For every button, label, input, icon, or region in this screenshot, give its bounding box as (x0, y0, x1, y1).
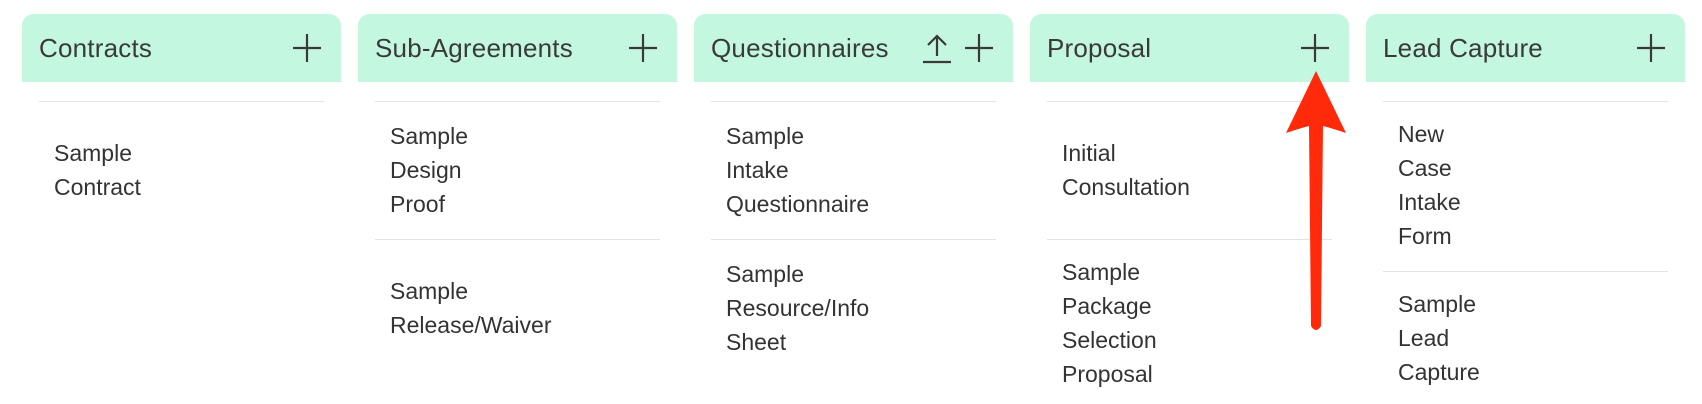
column-items: Initial Consultation Sample Package Sele… (1047, 101, 1332, 391)
template-board: Contracts Sample Contract Sub-Agreements (0, 0, 1702, 404)
column-proposal: Proposal Initial Consultation Sample Pac… (1030, 14, 1349, 391)
upload-questionnaire-button[interactable] (920, 31, 954, 65)
list-item[interactable]: Sample Package Selection Proposal (1047, 239, 1332, 391)
column-items: Sample Intake Questionnaire Sample Resou… (711, 101, 996, 359)
column-items: Sample Contract (39, 101, 324, 204)
item-label: Sample Resource/Info Sheet (726, 261, 870, 355)
list-item[interactable]: Sample Intake Questionnaire (711, 101, 996, 239)
add-sub-agreement-button[interactable] (626, 31, 660, 65)
column-contracts: Contracts Sample Contract (22, 14, 341, 204)
add-proposal-button[interactable] (1298, 31, 1332, 65)
list-item[interactable]: Sample Contract (39, 101, 324, 204)
column-header: Proposal (1030, 14, 1349, 82)
plus-icon (965, 34, 993, 62)
list-item[interactable]: Sample Release/Waiver (375, 239, 660, 342)
list-item[interactable]: Sample Resource/Info Sheet (711, 239, 996, 359)
column-title: Contracts (39, 33, 153, 63)
column-items: New Case Intake Form Sample Lead Capture (1383, 101, 1668, 389)
list-item[interactable]: New Case Intake Form (1383, 101, 1668, 271)
plus-icon (293, 34, 321, 62)
item-label: Sample Intake Questionnaire (726, 123, 870, 217)
item-label: New Case Intake Form (1398, 121, 1461, 249)
column-header: Questionnaires (694, 14, 1013, 82)
add-lead-capture-button[interactable] (1634, 31, 1668, 65)
column-lead-capture: Lead Capture New Case Intake Form Sample… (1366, 14, 1685, 389)
add-contract-button[interactable] (290, 31, 324, 65)
list-item[interactable]: Initial Consultation (1047, 101, 1332, 239)
column-header: Contracts (22, 14, 341, 82)
item-label: Sample Contract (54, 140, 141, 200)
item-label: Initial Consultation (1062, 140, 1190, 200)
item-label: Sample Design Proof (390, 123, 468, 217)
column-header: Sub-Agreements (358, 14, 677, 82)
column-questionnaires: Questionnaires Sample Intake Questionnai… (694, 14, 1013, 359)
item-label: Sample Package Selection Proposal (1062, 259, 1157, 387)
column-items: Sample Design Proof Sample Release/Waive… (375, 101, 660, 342)
list-item[interactable]: Sample Design Proof (375, 101, 660, 239)
list-item[interactable]: Sample Lead Capture (1383, 271, 1668, 389)
item-label: Sample Release/Waiver (390, 278, 552, 338)
plus-icon (629, 34, 657, 62)
column-title: Lead Capture (1383, 33, 1543, 63)
column-title: Proposal (1047, 33, 1152, 63)
add-questionnaire-button[interactable] (962, 31, 996, 65)
plus-icon (1301, 34, 1329, 62)
column-sub-agreements: Sub-Agreements Sample Design Proof Sampl… (358, 14, 677, 342)
item-label: Sample Lead Capture (1398, 291, 1480, 385)
column-title: Sub-Agreements (375, 33, 573, 63)
column-header: Lead Capture (1366, 14, 1685, 82)
column-title: Questionnaires (711, 33, 889, 63)
upload-icon (923, 34, 951, 64)
plus-icon (1637, 34, 1665, 62)
